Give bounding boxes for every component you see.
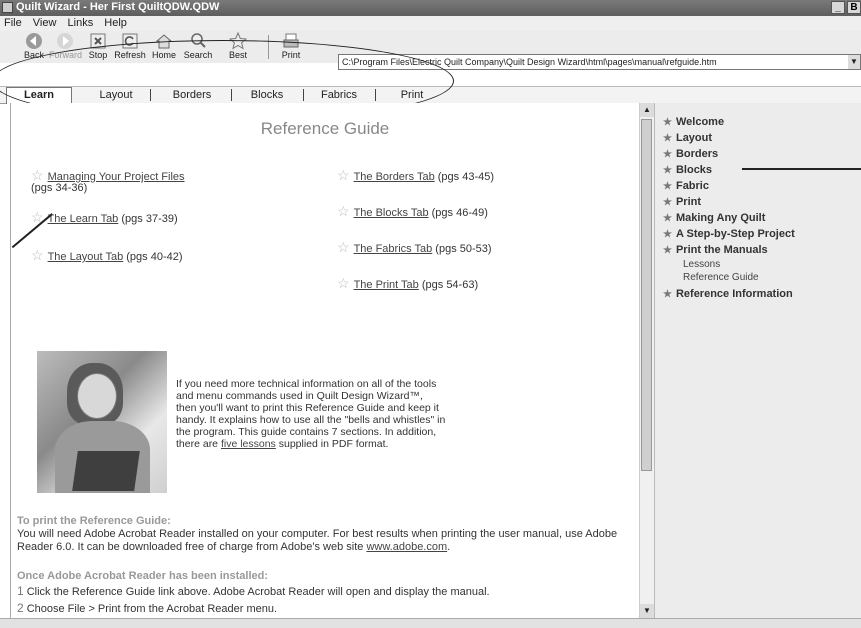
star-icon: ★ <box>663 181 672 192</box>
search-icon <box>191 33 206 48</box>
tab-divider <box>231 89 232 101</box>
sidebar-item-print-manuals[interactable]: ★ Print the Manuals <box>663 244 768 256</box>
tab-bar: Learn Layout Borders Blocks Fabrics Prin… <box>0 86 861 104</box>
home-button[interactable]: Home <box>148 32 180 62</box>
link-fabrics-tab[interactable]: The Fabrics Tab <box>354 243 433 255</box>
sidebar-subitem-reference-guide[interactable]: Reference Guide <box>683 272 759 283</box>
stop-button[interactable]: Stop <box>82 32 114 62</box>
link-blocks-tab[interactable]: The Blocks Tab <box>354 207 429 219</box>
star-icon: ★ <box>663 197 672 208</box>
star-icon: ★ <box>663 229 672 240</box>
sidebar-item-making-any-quilt[interactable]: ★ Making Any Quilt <box>663 212 765 224</box>
sidebar-subitem-lessons[interactable]: Lessons <box>683 259 720 270</box>
scroll-down-icon[interactable]: ▼ <box>640 604 654 618</box>
vertical-scrollbar[interactable]: ▲ ▼ <box>639 103 655 618</box>
link-five-lessons[interactable]: five lessons <box>221 438 276 450</box>
star-icon: ★ <box>663 289 672 300</box>
title-bar: Quilt Wizard - Her First QuiltQDW.QDW _ … <box>0 0 861 16</box>
home-icon <box>155 34 173 49</box>
back-button[interactable]: Back <box>18 32 50 62</box>
page-title: Reference Guide <box>260 119 390 138</box>
sidebar: ★ Welcome ★ Layout ★ Borders ★ Blocks ★ Fabri… <box>654 103 861 618</box>
sidebar-item-reference-info[interactable]: ★ Reference Information <box>663 288 793 300</box>
list-item: ☆ The Print Tab (pgs 54-63) <box>337 275 479 291</box>
sidebar-item-layout[interactable]: ★ Layout <box>663 132 712 144</box>
link-borders-tab[interactable]: The Borders Tab <box>354 171 435 183</box>
pages-label: (pgs 34-36) <box>31 182 88 194</box>
star-icon: ☆ <box>31 247 44 263</box>
link-adobe[interactable]: www.adobe.com <box>366 541 447 553</box>
forward-button[interactable]: Forward <box>49 32 82 62</box>
step-item: 2 Choose File > Print from the Acrobat Re… <box>17 601 278 616</box>
tab-layout[interactable]: Layout <box>88 88 144 102</box>
tab-blocks[interactable]: Blocks <box>238 88 296 102</box>
star-icon: ★ <box>663 149 672 160</box>
list-item: ☆ The Learn Tab (pgs 37-39) <box>31 209 178 225</box>
sidebar-item-borders[interactable]: ★ Borders <box>663 148 718 160</box>
list-item: ☆ The Blocks Tab (pgs 46-49) <box>337 203 488 219</box>
menu-file[interactable]: File <box>4 17 22 29</box>
tab-learn[interactable]: Learn <box>6 87 72 104</box>
link-layout-tab[interactable]: The Layout Tab <box>48 251 124 263</box>
sidebar-item-welcome[interactable]: ★ Welcome <box>663 116 724 128</box>
restore-button[interactable]: B <box>847 1 861 14</box>
toolbar-separator <box>268 35 269 59</box>
callout-line <box>742 168 861 170</box>
star-icon: ☆ <box>337 203 350 219</box>
refresh-button[interactable]: Refresh <box>114 32 146 62</box>
menu-links[interactable]: Links <box>68 17 94 29</box>
list-item: ☆ The Layout Tab (pgs 40-42) <box>31 247 183 263</box>
star-icon: ☆ <box>337 239 350 255</box>
scroll-up-icon[interactable]: ▲ <box>640 103 654 117</box>
window-title: Quilt Wizard - Her First QuiltQDW.QDW <box>16 1 220 13</box>
print-button[interactable]: Print <box>275 32 307 62</box>
address-text: C:\Program Files\Electric Quilt Company\… <box>342 57 717 67</box>
star-icon: ★ <box>663 245 672 256</box>
star-icon: ★ <box>663 133 672 144</box>
forward-icon <box>57 33 73 49</box>
star-icon: ★ <box>663 117 672 128</box>
best-button[interactable]: Best <box>222 32 254 62</box>
tab-print[interactable]: Print <box>384 88 440 102</box>
star-icon: ★ <box>663 213 672 224</box>
link-print-tab[interactable]: The Print Tab <box>354 279 419 291</box>
star-icon: ☆ <box>337 167 350 183</box>
star-icon: ☆ <box>31 167 44 183</box>
address-bar[interactable]: C:\Program Files\Electric Quilt Company\… <box>338 54 861 70</box>
star-icon: ★ <box>663 165 672 176</box>
print-paragraph: You will need Adobe Acrobat Reader insta… <box>17 528 618 553</box>
sidebar-item-blocks[interactable]: ★ Blocks <box>663 164 712 176</box>
tab-divider <box>303 89 304 101</box>
menu-bar: File View Links Help <box>0 16 861 31</box>
step-item: 1 Click the Reference Guide link above. A… <box>17 584 490 599</box>
sidebar-item-step-by-step[interactable]: ★ A Step-by-Step Project <box>663 228 795 240</box>
back-icon <box>26 33 42 49</box>
once-heading: Once Adobe Acrobat Reader has been insta… <box>17 570 269 582</box>
print-icon <box>283 33 299 48</box>
print-heading: To print the Reference Guide: <box>17 515 171 527</box>
tab-divider <box>150 89 151 101</box>
minimize-button[interactable]: _ <box>831 1 845 14</box>
star-icon: ☆ <box>337 275 350 291</box>
main-content: Reference Guide ☆ Managing Your Project F… <box>10 103 639 618</box>
search-button[interactable]: Search <box>182 32 214 62</box>
link-learn-tab[interactable]: The Learn Tab <box>48 213 119 225</box>
stop-icon <box>90 33 106 49</box>
star-icon <box>229 32 247 50</box>
app-icon <box>2 2 13 13</box>
tab-fabrics[interactable]: Fabrics <box>310 88 368 102</box>
sidebar-item-fabric[interactable]: ★ Fabric <box>663 180 709 192</box>
refresh-icon <box>122 33 138 49</box>
tab-divider <box>375 89 376 101</box>
woman-with-laptop-photo <box>37 351 167 493</box>
scroll-thumb[interactable] <box>641 119 652 471</box>
list-item: ☆ The Borders Tab (pgs 43-45) <box>337 167 495 183</box>
menu-help[interactable]: Help <box>104 17 127 29</box>
info-paragraph: If you need more technical information o… <box>176 378 446 450</box>
tab-borders[interactable]: Borders <box>160 88 224 102</box>
menu-view[interactable]: View <box>33 17 57 29</box>
list-item: ☆ The Fabrics Tab (pgs 50-53) <box>337 239 492 255</box>
sidebar-item-print[interactable]: ★ Print <box>663 196 701 208</box>
chevron-down-icon[interactable]: ▼ <box>848 55 860 69</box>
